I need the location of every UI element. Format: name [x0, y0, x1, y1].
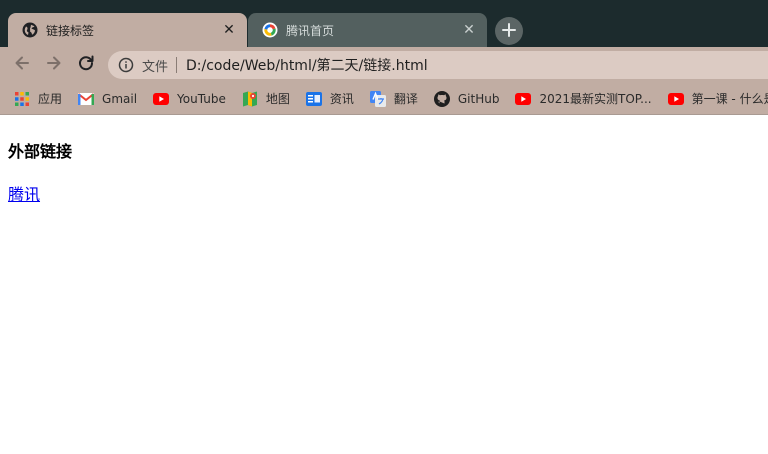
youtube-icon	[153, 91, 170, 107]
browser-window: 链接标签 ✕ 腾讯首页 ✕ 文件 D:/code/Web/html/第二天/链接…	[0, 0, 768, 454]
address-bar[interactable]: 文件 D:/code/Web/html/第二天/链接.html	[108, 51, 768, 79]
arrow-right-icon	[45, 54, 63, 76]
forward-button[interactable]	[42, 53, 66, 77]
bookmark-top-video[interactable]: 2021最新实测TOP...	[515, 90, 652, 107]
bookmark-label: 第一课 - 什么是	[691, 92, 768, 106]
bookmark-youtube[interactable]: YouTube	[153, 91, 226, 107]
reload-button[interactable]	[74, 53, 98, 77]
bookmark-label: 2021最新实测TOP...	[539, 92, 652, 106]
arrow-left-icon	[13, 54, 31, 76]
bookmarks-bar: 应用 Gmail YouTube 地图 资讯 翻译 GitHub 2021最新实…	[0, 83, 768, 115]
bookmark-label: 资讯	[329, 92, 354, 106]
translate-icon	[369, 90, 386, 107]
page-heading: 外部链接	[8, 142, 73, 161]
bookmark-github[interactable]: GitHub	[433, 90, 500, 107]
tab-title: 链接标签	[46, 23, 95, 38]
info-icon[interactable]	[118, 57, 134, 73]
bookmark-label: 应用	[38, 92, 63, 106]
bookmark-label: 地图	[265, 92, 290, 106]
bookmark-label: Gmail	[102, 91, 138, 106]
maps-icon	[242, 91, 258, 107]
tencent-logo-icon	[262, 22, 278, 38]
bookmark-gmail[interactable]: Gmail	[78, 91, 137, 107]
globe-icon	[22, 22, 38, 38]
bookmark-lesson-one[interactable]: 第一课 - 什么是	[667, 90, 768, 107]
url-text[interactable]: D:/code/Web/html/第二天/链接.html	[186, 55, 428, 75]
scheme-label: 文件	[142, 59, 169, 75]
apps-grid-icon	[14, 91, 30, 107]
reload-icon	[77, 54, 95, 76]
bookmark-label: 翻译	[393, 92, 418, 106]
tab-strip: 链接标签 ✕ 腾讯首页 ✕	[0, 0, 768, 47]
youtube-icon	[667, 91, 684, 107]
gmail-icon	[78, 91, 95, 107]
bookmark-label: GitHub	[457, 91, 500, 106]
new-tab-button[interactable]	[495, 17, 523, 45]
page-content: 外部链接 腾讯	[0, 115, 768, 454]
back-button[interactable]	[10, 53, 34, 77]
tencent-link[interactable]: 腾讯	[8, 181, 40, 205]
tab-link-tags[interactable]: 链接标签 ✕	[8, 13, 247, 47]
news-icon	[305, 91, 322, 107]
toolbar: 文件 D:/code/Web/html/第二天/链接.html	[0, 47, 768, 83]
omnibox-divider	[176, 57, 178, 73]
bookmark-apps[interactable]: 应用	[14, 90, 62, 107]
close-tab-icon[interactable]: ✕	[461, 22, 477, 38]
tab-title: 腾讯首页	[286, 23, 335, 38]
github-icon	[433, 90, 450, 107]
youtube-icon	[515, 91, 532, 107]
tab-tencent-home[interactable]: 腾讯首页 ✕	[248, 13, 487, 47]
bookmark-maps[interactable]: 地图	[242, 90, 290, 107]
close-tab-icon[interactable]: ✕	[221, 22, 237, 38]
bookmark-label: YouTube	[177, 91, 226, 106]
bookmark-news[interactable]: 资讯	[305, 90, 354, 107]
bookmark-translate[interactable]: 翻译	[369, 90, 418, 107]
plus-icon	[502, 22, 516, 41]
